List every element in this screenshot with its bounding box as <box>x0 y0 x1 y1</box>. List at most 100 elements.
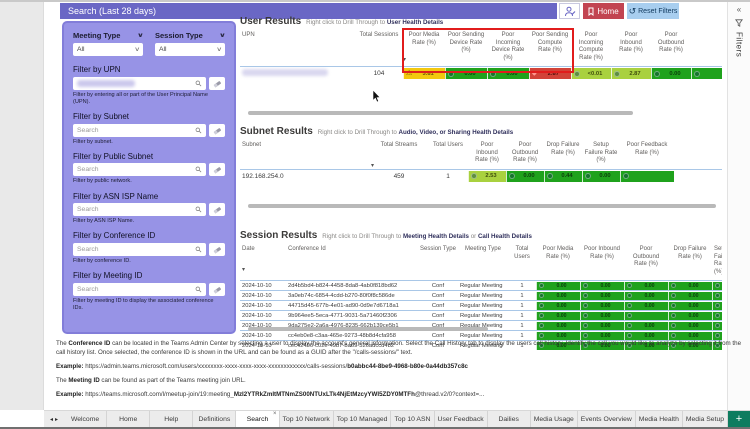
clear-filter-button[interactable] <box>209 77 225 90</box>
column-header[interactable]: Meeting Type <box>458 244 508 281</box>
tab-nav-right-icon[interactable]: ▸ <box>55 416 58 423</box>
column-header[interactable]: Session Type <box>418 244 458 281</box>
column-header[interactable]: Drop Failure Rate (%) <box>668 244 712 281</box>
column-header[interactable]: Total Sessions <box>355 30 403 67</box>
circle-icon <box>715 303 720 308</box>
horizontal-scrollbar[interactable] <box>248 111 633 115</box>
chevron-down-icon[interactable]: ∨ <box>219 32 226 39</box>
tab-events-overview[interactable]: Events Overview <box>578 411 636 427</box>
clear-filter-button[interactable] <box>209 283 225 296</box>
filter-groups: Filter by UPN Filter by entering all or … <box>73 65 225 312</box>
kpi-indicator: 0.00 <box>668 292 712 300</box>
tab-search[interactable]: Search× <box>236 411 279 427</box>
column-header[interactable]: Setup Failure Rate (%) <box>712 244 722 281</box>
kpi-value: 0.00 <box>589 323 622 329</box>
column-header[interactable]: Poor Outbound Rate (%) <box>624 244 668 281</box>
kpi-indicator <box>712 292 722 300</box>
tab-welcome[interactable]: Welcome <box>64 411 107 427</box>
horizontal-scrollbar[interactable] <box>248 327 488 331</box>
column-header[interactable]: Poor Media Rate (%) <box>536 244 580 281</box>
tab-home[interactable]: Home <box>107 411 150 427</box>
meeting-id-example: Example: https://teams.microsoft.com/l/m… <box>56 390 748 399</box>
tab-dailies[interactable]: Dailies <box>488 411 531 427</box>
search-placeholder: Search <box>77 286 99 293</box>
column-header[interactable]: Poor Sending Device Rate (%) <box>445 30 487 67</box>
sort-caret-icon[interactable]: ▾ <box>403 56 406 63</box>
total-users-value: 1 <box>428 169 468 183</box>
column-header[interactable]: Poor Incoming Compute Rate (%) <box>571 30 611 67</box>
user-results-row[interactable]: 104 ⚠3.810.000.00◆2.87<0.012.870.00 <box>240 67 722 81</box>
horizontal-scrollbar[interactable] <box>248 204 716 208</box>
column-header[interactable]: Total Streams <box>370 140 428 169</box>
filter-search-input[interactable] <box>73 77 206 90</box>
column-header[interactable]: Poor Sending Compute Rate (%) <box>529 30 571 67</box>
tab-help[interactable]: Help <box>150 411 193 427</box>
sort-caret-icon[interactable]: ▾ <box>371 162 374 169</box>
meeting-type-select[interactable]: All ∨ <box>73 43 143 56</box>
tab-media-usage[interactable]: Media Usage <box>531 411 578 427</box>
column-header[interactable]: Poor Incoming Device Rate (%) <box>487 30 529 67</box>
session-row[interactable]: 2024-10-109b964ee5-5eca-4771-9031-5a7146… <box>240 311 722 321</box>
column-header[interactable]: Poor Outbound Rate (%) <box>506 140 544 169</box>
column-header[interactable]: Poor Inbound Rate (%) <box>611 30 651 67</box>
clear-filter-button[interactable] <box>209 203 225 216</box>
tab-top-10-managed[interactable]: Top 10 Managed <box>334 411 392 427</box>
tab-label: Media Health <box>639 416 679 423</box>
clear-filter-button[interactable] <box>209 243 225 256</box>
close-icon[interactable]: × <box>273 411 277 417</box>
kpi-indicator: 0.00 <box>536 282 580 290</box>
session-row[interactable]: 2024-10-1044715d45-677b-4e01-ad90-0d9e7d… <box>240 301 722 311</box>
column-header[interactable]: Conference Id <box>286 244 418 281</box>
tab-media-setup[interactable]: Media Setup <box>683 411 728 427</box>
rich-text: can be located in the Teams Admin Center… <box>56 340 741 356</box>
kpi-cell <box>691 67 722 81</box>
filter-search-input[interactable]: Search <box>73 243 206 256</box>
collapse-icon[interactable]: « <box>737 5 741 14</box>
circle-icon <box>490 71 496 77</box>
column-header[interactable]: Poor Inbound Rate (%) <box>468 140 506 169</box>
kpi-value: 0.00 <box>589 333 622 339</box>
column-header[interactable]: Poor Feedback Rate (%) <box>620 140 674 169</box>
column-header[interactable]: Drop Failure Rate (%) <box>544 140 582 169</box>
column-header[interactable]: Setup Failure Rate (%) <box>582 140 620 169</box>
tab-definitions[interactable]: Definitions <box>193 411 236 427</box>
column-header[interactable]: Total Users <box>428 140 468 169</box>
session-type: Conf <box>418 281 458 291</box>
circle-icon <box>627 303 632 308</box>
kpi-indicator: 2.53 <box>468 171 506 182</box>
column-header[interactable]: UPN <box>240 30 355 67</box>
session-type-select[interactable]: All ∨ <box>155 43 225 56</box>
sort-caret-icon[interactable]: ▾ <box>242 266 245 273</box>
clear-filter-button[interactable] <box>209 163 225 176</box>
tab-top-10-asn[interactable]: Top 10 ASN <box>391 411 434 427</box>
rich-text: The <box>56 377 68 384</box>
column-header[interactable]: Total Users <box>508 244 536 281</box>
filter-search-input[interactable]: Search <box>73 203 206 216</box>
subnet-results-row[interactable]: 192.168.254.0 459 1 2.530.000.440.00 <box>240 169 722 183</box>
tab-nav-left-icon[interactable]: ◂ <box>50 416 53 423</box>
filter-search-input[interactable]: Search <box>73 163 206 176</box>
tab-user-feedback[interactable]: User Feedback <box>435 411 488 427</box>
column-header[interactable]: Poor Outbound Rate (%) <box>651 30 691 67</box>
rich-text-bold: Conference ID <box>68 340 110 347</box>
eraser-icon <box>213 79 222 88</box>
column-header[interactable]: Poor Inbound Rate (%) <box>580 244 624 281</box>
total-streams-value: 459 <box>370 169 428 183</box>
session-row[interactable]: 2024-10-103a0eb74c-6854-4cdd-b270-80f0f8… <box>240 291 722 301</box>
filter-search-input[interactable]: Search <box>73 283 206 296</box>
kpi-cell: 0.00 <box>580 281 624 291</box>
session-row[interactable]: 2024-10-102d4b5bd4-b824-4458-8da8-4ab0f8… <box>240 281 722 291</box>
user-results-section: User Results Right click to Drill Throug… <box>240 16 722 80</box>
filter-search-input[interactable]: Search <box>73 124 206 137</box>
tab-top-10-network[interactable]: Top 10 Network <box>280 411 334 427</box>
add-page-button[interactable]: + <box>728 411 750 427</box>
kpi-value: 0.00 <box>589 303 622 309</box>
column-header[interactable]: Subnet <box>240 140 370 169</box>
chevron-down-icon[interactable]: ∨ <box>137 32 144 39</box>
column-header[interactable]: Date <box>240 244 286 281</box>
kpi-cell: 0.00 <box>536 291 580 301</box>
clear-filter-button[interactable] <box>209 124 225 137</box>
tab-media-health[interactable]: Media Health <box>636 411 683 427</box>
circle-icon <box>671 293 676 298</box>
column-header[interactable]: Poor Media Rate (%) <box>403 30 445 67</box>
